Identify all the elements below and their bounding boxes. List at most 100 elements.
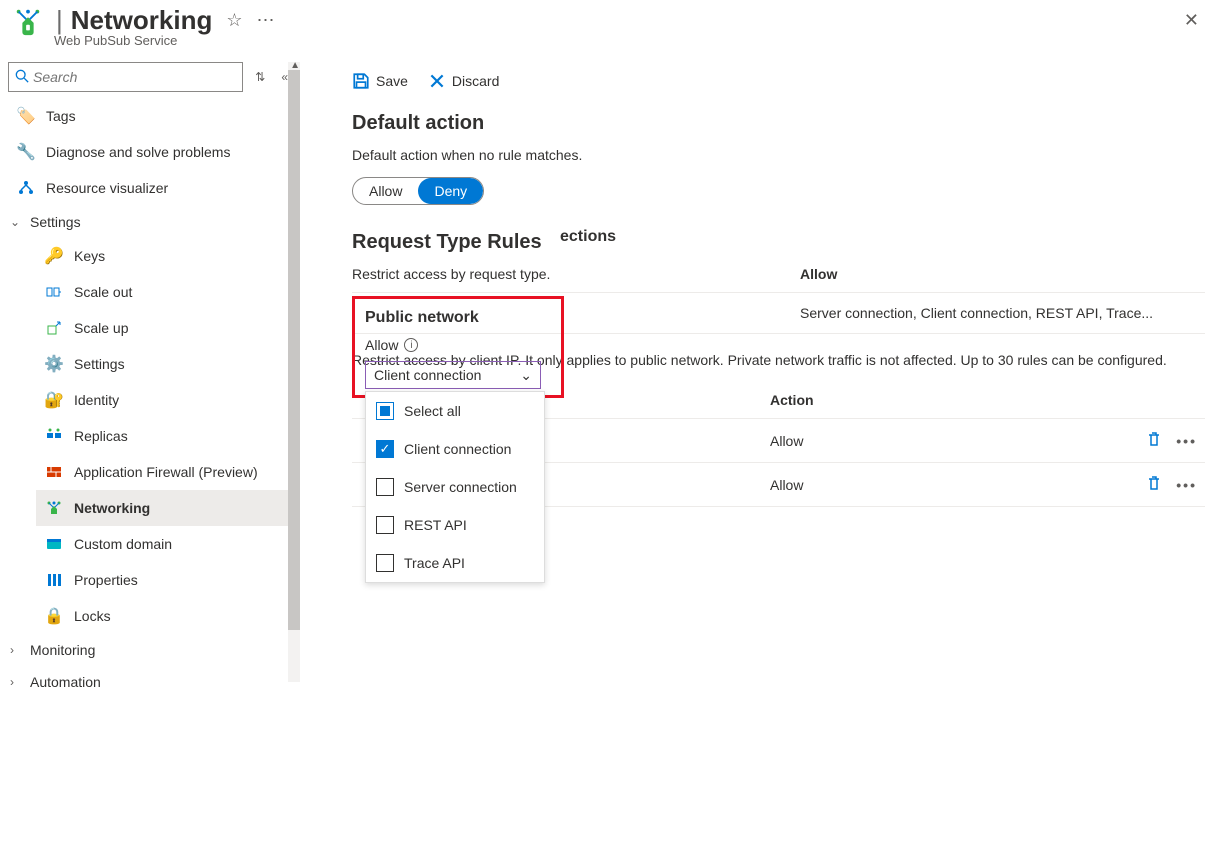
resource-subtitle: Web PubSub Service xyxy=(54,33,1217,48)
dropdown-option-client[interactable]: ✓ Client connection xyxy=(366,430,544,468)
toggle-allow[interactable]: Allow xyxy=(353,178,418,204)
sidebar-item-label: Scale out xyxy=(74,284,132,300)
col-action: Action xyxy=(762,382,1115,419)
default-action-desc: Default action when no rule matches. xyxy=(352,147,1205,163)
sidebar-item-label: Properties xyxy=(74,572,138,588)
sidebar-item-label: Tags xyxy=(46,108,76,124)
chevron-right-icon: › xyxy=(10,675,26,689)
sidebar-group-automation[interactable]: › Automation xyxy=(8,666,292,698)
dropdown-panel: Select all ✓ Client connection Server co… xyxy=(365,391,545,583)
toolbar: Save Discard xyxy=(352,62,1205,106)
discard-button[interactable]: Discard xyxy=(428,72,499,90)
checkbox-indeterminate-icon xyxy=(376,402,394,420)
cell-action: Allow xyxy=(762,463,1115,507)
gear-icon: ⚙️ xyxy=(44,354,64,374)
sidebar-item-label: Keys xyxy=(74,248,105,264)
sidebar-item-keys[interactable]: 🔑 Keys xyxy=(36,238,292,274)
delete-icon[interactable] xyxy=(1146,475,1162,494)
sidebar-item-label: Locks xyxy=(74,608,111,624)
dropdown-option-server[interactable]: Server connection xyxy=(366,468,544,506)
chevron-right-icon: › xyxy=(10,643,26,657)
expand-collapse-icon[interactable]: ⇅ xyxy=(251,66,269,88)
search-input-wrapper[interactable] xyxy=(8,62,243,92)
sidebar-item-settings[interactable]: ⚙️ Settings xyxy=(36,346,292,382)
sidebar-item-properties[interactable]: Properties xyxy=(36,562,292,598)
sidebar-item-networking[interactable]: Networking xyxy=(36,490,292,526)
scale-out-icon xyxy=(44,282,64,302)
wrench-icon: 🔧 xyxy=(16,142,36,162)
request-type-dropdown[interactable]: Client connection ⌄ xyxy=(365,361,541,389)
dropdown-option-label: Select all xyxy=(404,403,461,419)
sidebar-item-diagnose[interactable]: 🔧 Diagnose and solve problems xyxy=(8,134,292,170)
delete-icon[interactable] xyxy=(1146,431,1162,450)
tag-icon: 🏷️ xyxy=(16,106,36,126)
checkbox-icon xyxy=(376,478,394,496)
domain-icon xyxy=(44,534,64,554)
checkbox-icon xyxy=(376,554,394,572)
sidebar-item-replicas[interactable]: Replicas xyxy=(36,418,292,454)
sidebar-item-label: Resource visualizer xyxy=(46,180,168,196)
replicas-icon xyxy=(44,426,64,446)
checkbox-checked-icon: ✓ xyxy=(376,440,394,458)
sidebar-group-monitoring[interactable]: › Monitoring xyxy=(8,634,292,666)
search-input[interactable] xyxy=(33,69,236,85)
highlight-box: Public network Allow i Client connection… xyxy=(352,296,564,398)
dropdown-option-label: Server connection xyxy=(404,479,517,495)
sidebar-item-firewall[interactable]: Application Firewall (Preview) xyxy=(36,454,292,490)
obscured-heading-fragment: ections xyxy=(560,228,1217,246)
dropdown-selected-label: Client connection xyxy=(374,367,481,383)
favorite-star-icon[interactable]: ☆ xyxy=(226,10,242,31)
page-title: Networking xyxy=(71,5,213,36)
info-icon[interactable]: i xyxy=(404,338,418,352)
sidebar-item-label: Networking xyxy=(74,500,150,516)
default-action-heading: Default action xyxy=(352,112,1205,135)
sidebar-item-scale-up[interactable]: Scale up xyxy=(36,310,292,346)
sidebar-item-visualizer[interactable]: Resource visualizer xyxy=(8,170,292,206)
dropdown-option-trace[interactable]: Trace API xyxy=(366,544,544,582)
sidebar-item-identity[interactable]: 🔐 Identity xyxy=(36,382,292,418)
identity-icon: 🔐 xyxy=(44,390,64,410)
cell-action: Allow xyxy=(762,419,1115,463)
scrollbar-thumb[interactable] xyxy=(288,70,300,630)
main-content: Save Discard Default action Default acti… xyxy=(300,62,1217,843)
networking-icon xyxy=(44,498,64,518)
more-icon[interactable]: ⋯ xyxy=(256,10,274,31)
sidebar-item-label: Scale up xyxy=(74,320,128,336)
sidebar-group-label: Automation xyxy=(30,674,101,690)
search-icon xyxy=(15,69,29,86)
chevron-down-icon: ⌄ xyxy=(10,215,26,229)
sidebar-group-label: Monitoring xyxy=(30,642,95,658)
checkbox-icon xyxy=(376,516,394,534)
sidebar-group-label: Settings xyxy=(30,214,81,230)
sidebar-group-settings[interactable]: ⌄ Settings xyxy=(8,206,292,238)
sidebar-item-custom-domain[interactable]: Custom domain xyxy=(36,526,292,562)
properties-icon xyxy=(44,570,64,590)
lock-icon: 🔒 xyxy=(44,606,64,626)
visualizer-icon xyxy=(16,178,36,198)
firewall-icon xyxy=(44,462,64,482)
row-more-icon[interactable]: ••• xyxy=(1176,477,1197,493)
toggle-deny[interactable]: Deny xyxy=(418,178,483,204)
dropdown-option-rest[interactable]: REST API xyxy=(366,506,544,544)
public-network-heading: Public network xyxy=(365,309,551,327)
row-more-icon[interactable]: ••• xyxy=(1176,433,1197,449)
scale-up-icon xyxy=(44,318,64,338)
dropdown-option-select-all[interactable]: Select all xyxy=(366,392,544,430)
sidebar-item-tags[interactable]: 🏷️ Tags xyxy=(8,98,292,134)
key-icon: 🔑 xyxy=(44,246,64,266)
col-allow: Allow xyxy=(792,256,1205,293)
resource-icon xyxy=(12,5,44,37)
title-divider: | xyxy=(56,5,63,36)
dropdown-option-label: REST API xyxy=(404,517,467,533)
sidebar-item-label: Replicas xyxy=(74,428,128,444)
save-button[interactable]: Save xyxy=(352,72,408,90)
dropdown-option-label: Trace API xyxy=(404,555,465,571)
sidebar-item-label: Application Firewall (Preview) xyxy=(74,464,258,480)
cell-allow-types: Server connection, Client connection, RE… xyxy=(792,293,1205,334)
sidebar-item-locks[interactable]: 🔒 Locks xyxy=(36,598,292,634)
sidebar-item-scale-out[interactable]: Scale out xyxy=(36,274,292,310)
discard-button-label: Discard xyxy=(452,73,499,89)
dropdown-option-label: Client connection xyxy=(404,441,511,457)
allow-label: Allow xyxy=(365,337,398,353)
sidebar-item-label: Identity xyxy=(74,392,119,408)
